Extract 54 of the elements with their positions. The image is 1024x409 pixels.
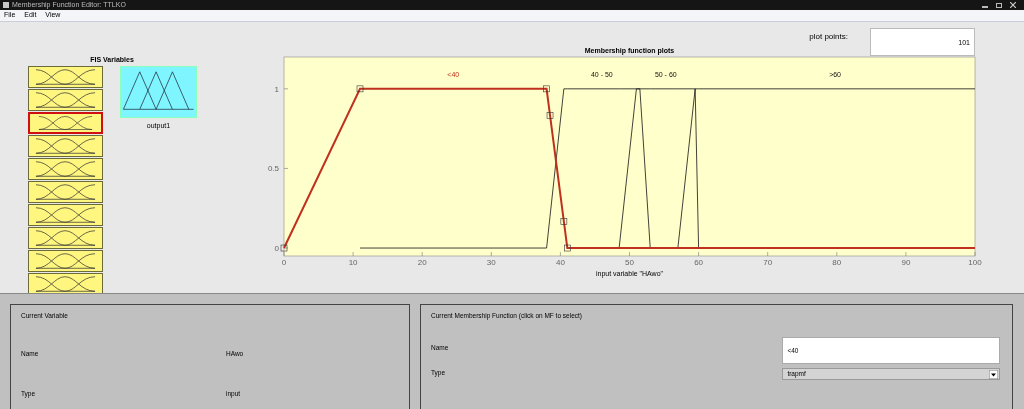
x-tick-label: 50 [625, 257, 635, 267]
handle-icon[interactable] [560, 217, 568, 225]
handle-icon[interactable] [356, 85, 364, 92]
x-tick-label: 40 [555, 257, 566, 267]
plot-points-label: plot points: [809, 30, 848, 43]
input-variable-button[interactable] [28, 226, 103, 249]
x-tick: 100 [968, 251, 982, 267]
app-icon [3, 2, 9, 8]
x-tick: 0 [281, 251, 287, 267]
input-variable-button[interactable] [28, 65, 103, 88]
x-tick: 60 [694, 251, 704, 267]
x-tick-label: 70 [763, 257, 773, 267]
x-tick: 30 [486, 251, 496, 267]
x-tick-label: 90 [901, 257, 911, 267]
x-tick: 40 [555, 251, 565, 267]
input-variable-button[interactable] [28, 134, 103, 157]
x-tick-label: 30 [486, 257, 497, 267]
input-variable-button[interactable] [28, 157, 103, 180]
y-tick: 0.5 [267, 163, 289, 173]
handle-icon[interactable] [564, 244, 571, 251]
input-variable-button[interactable] [28, 111, 103, 134]
input-variable-button[interactable] [28, 180, 103, 203]
output-variable-button[interactable] [120, 65, 197, 118]
y-tick-label: 0 [274, 243, 280, 253]
x-tick: 50 [625, 251, 634, 267]
x-tick-label: 100 [968, 257, 983, 267]
handle-icon[interactable] [543, 85, 550, 92]
y-tick-label: 1 [274, 84, 280, 94]
y-tick: 1 [274, 84, 289, 94]
minimize-icon[interactable] [982, 5, 988, 8]
y-tick: 0 [274, 243, 289, 253]
maximize-icon[interactable] [996, 2, 1002, 8]
dropdown-arrow-icon[interactable] [989, 369, 998, 379]
input-variable-button[interactable] [28, 203, 103, 226]
x-tick-label: 20 [417, 257, 428, 267]
x-tick-label: 0 [281, 257, 287, 267]
membership-curve[interactable] [283, 87, 976, 249]
input-variable-button[interactable] [28, 249, 103, 272]
y-tick-label: 0.5 [267, 163, 280, 173]
x-tick: 90 [901, 251, 911, 267]
handle-icon[interactable] [280, 244, 288, 251]
membership-curve[interactable] [359, 87, 651, 248]
x-tick: 20 [417, 251, 427, 267]
membership-curve[interactable] [618, 87, 699, 248]
input-variable-button[interactable] [28, 272, 103, 295]
close-icon[interactable] [1010, 2, 1016, 8]
handle-icon[interactable] [546, 111, 554, 119]
x-tick: 80 [832, 251, 842, 267]
x-tick: 70 [763, 251, 773, 267]
x-tick: 10 [348, 251, 358, 267]
x-tick-label: 60 [694, 257, 704, 267]
x-tick-label: 80 [832, 257, 842, 267]
x-tick-label: 10 [348, 257, 359, 267]
input-variable-button[interactable] [28, 88, 103, 111]
